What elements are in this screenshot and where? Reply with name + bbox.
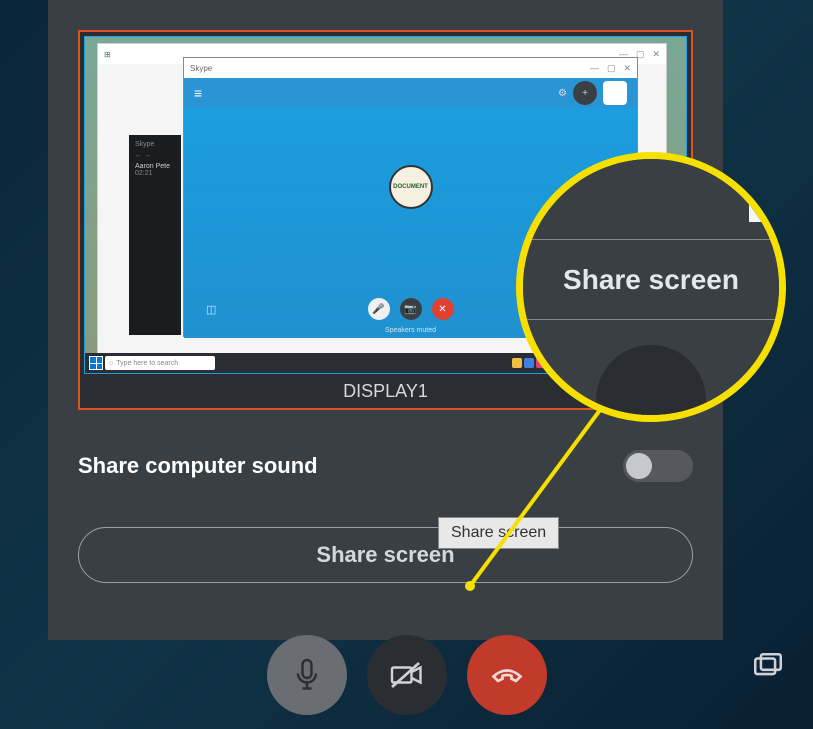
windows-start-icon	[89, 356, 103, 370]
hamburger-icon: ≡	[194, 85, 202, 101]
sim-skype-window-controls: —▢✕	[590, 63, 631, 74]
camera-off-icon	[389, 657, 425, 693]
sim-participant-avatar: DOCUMENT	[389, 165, 433, 209]
share-sound-label: Share computer sound	[78, 453, 318, 479]
sim-explorer-title: ⊞	[104, 50, 111, 59]
sim-call-controls: 🎤 📷 ✕	[368, 298, 454, 320]
share-screen-tooltip: Share screen	[438, 517, 559, 549]
mag-white-corner	[749, 167, 779, 222]
microphone-button[interactable]	[267, 635, 347, 715]
share-screen-bottom-button[interactable]	[751, 650, 785, 689]
sim-header-right: ⚙ +	[558, 81, 627, 105]
sim-skype-header: ≡ ⚙ +	[184, 78, 637, 108]
sim-contact-name: Aaron Pete	[135, 163, 175, 170]
gear-icon: ⚙	[558, 88, 567, 99]
call-control-bar	[0, 635, 813, 715]
sim-contact-time: 02:21	[135, 170, 175, 177]
sim-speakers-status: Speakers muted	[385, 327, 436, 334]
sim-skype-titlebar: Skype —▢✕	[184, 58, 637, 78]
sim-hangup-button: ✕	[432, 298, 454, 320]
hangup-button[interactable]	[467, 635, 547, 715]
share-sound-toggle[interactable]	[623, 450, 693, 482]
sim-skype-sidebar: Skype ← → Aaron Pete 02:21	[129, 135, 181, 335]
share-screen-icon	[751, 650, 785, 684]
sim-camera-button: 📷	[400, 298, 422, 320]
callout-magnifier: Share screen	[516, 152, 786, 422]
sim-skype-title: Skype	[190, 64, 212, 73]
microphone-icon	[289, 657, 325, 693]
sim-mic-button: 🎤	[368, 298, 390, 320]
sim-sidebar-app-label: Skype	[135, 141, 175, 148]
add-person-icon: +	[573, 81, 597, 105]
mag-bottom-arc	[596, 345, 706, 422]
hangup-icon	[489, 657, 525, 693]
sim-avatar	[603, 81, 627, 105]
share-screen-button[interactable]: Share screen	[78, 527, 693, 583]
share-sound-row: Share computer sound	[78, 450, 693, 482]
toggle-knob	[626, 453, 652, 479]
sim-sidebar-nav: ← →	[135, 152, 175, 159]
sim-taskbar-search: ○ Type here to search	[105, 356, 215, 370]
magnifier-text: Share screen	[563, 264, 739, 296]
camera-off-button[interactable]	[367, 635, 447, 715]
conversation-icon: ◫	[206, 303, 216, 316]
